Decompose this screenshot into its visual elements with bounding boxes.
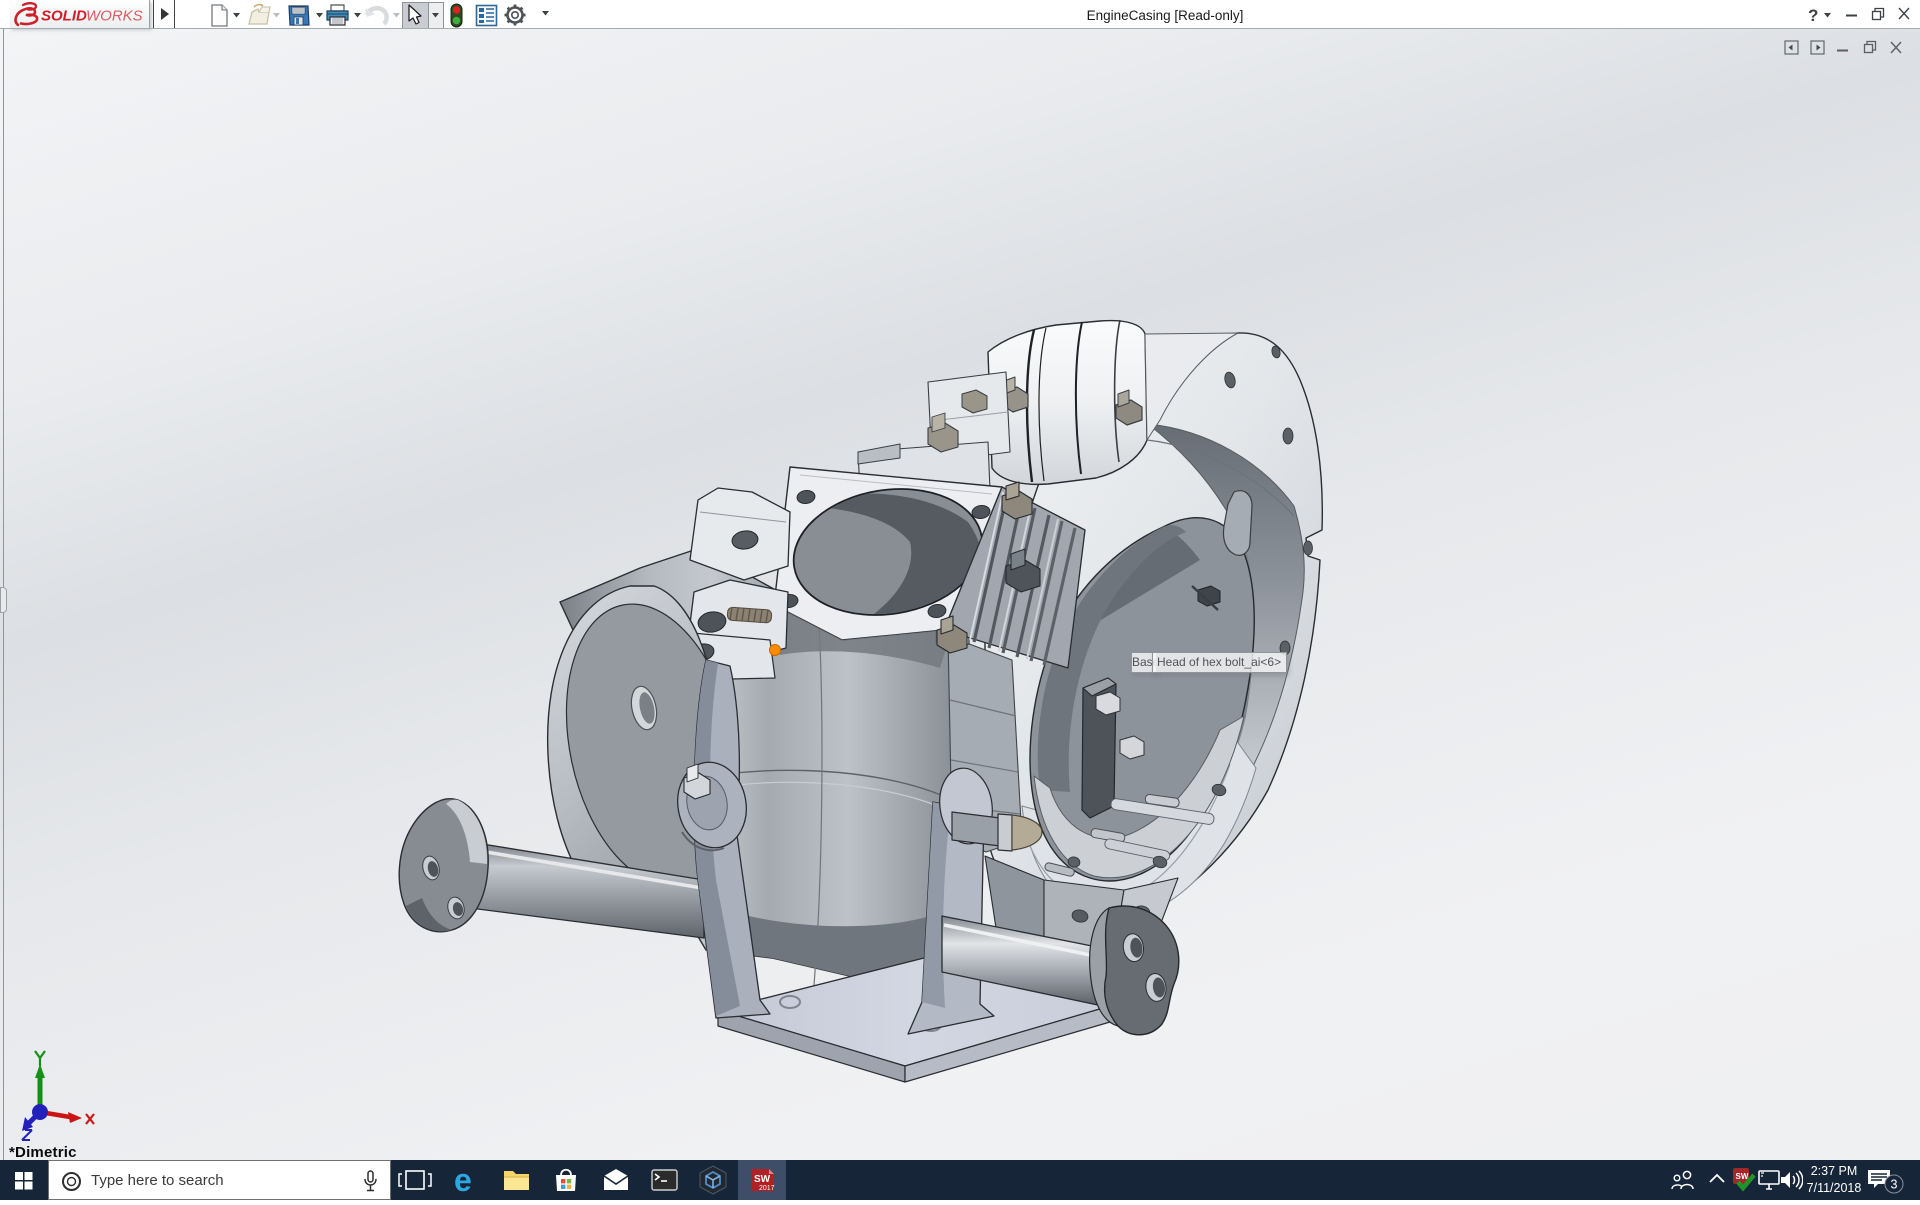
- svg-text:WORKS: WORKS: [86, 8, 143, 25]
- svg-text:SOLID: SOLID: [41, 8, 87, 25]
- svg-text:SW: SW: [1736, 1172, 1749, 1181]
- svg-text:3: 3: [1891, 1178, 1898, 1192]
- svg-text:?: ?: [1808, 6, 1818, 25]
- svg-text:2017: 2017: [759, 1185, 775, 1192]
- svg-text:SW: SW: [754, 1174, 771, 1185]
- svg-text:e: e: [454, 1162, 472, 1198]
